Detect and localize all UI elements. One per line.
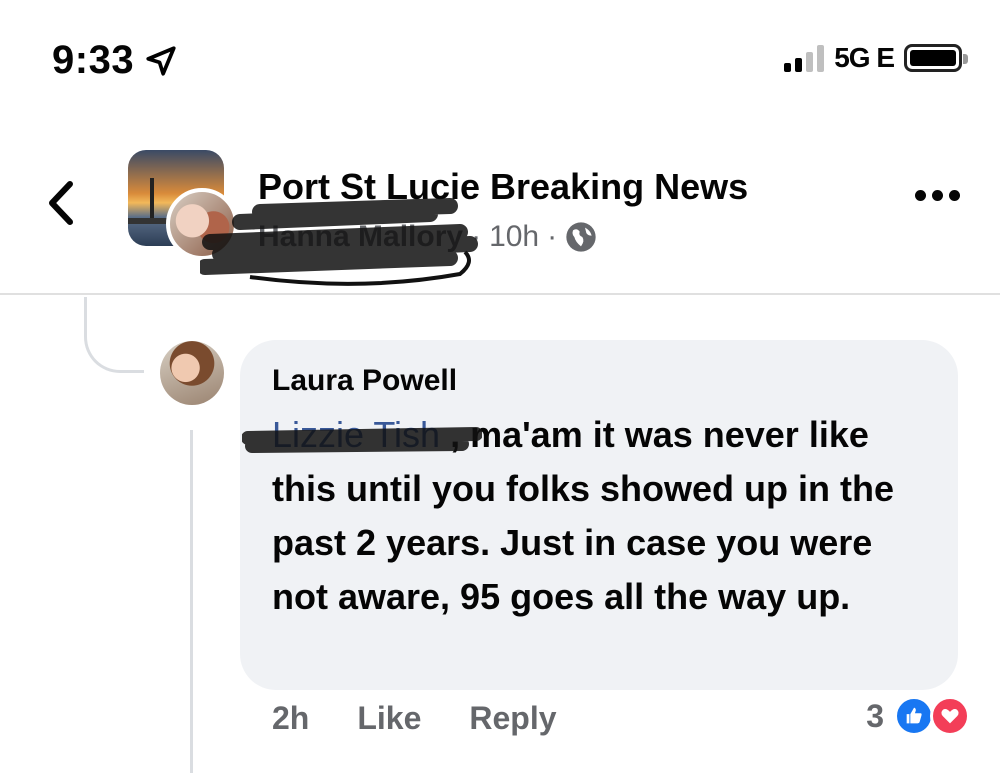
post-header: Port St Lucie Breaking News Hanna Mallor… <box>0 130 1000 295</box>
meta-separator: · <box>547 220 558 253</box>
status-time: 9:33 <box>52 38 135 82</box>
like-button[interactable]: Like <box>357 700 421 737</box>
network-type: 5G E <box>834 42 895 73</box>
commenter-name[interactable]: Laura Powell <box>272 364 926 398</box>
comment-text: Lizzie Tish , ma'am it was never like th… <box>242 408 932 624</box>
status-indicators: 5G E <box>784 42 968 74</box>
status-bar: 9:33 5G E <box>0 0 1000 110</box>
mention-redaction <box>242 427 482 453</box>
thread-line <box>190 430 193 773</box>
thumbs-up-icon <box>894 696 934 736</box>
commenter-avatar[interactable] <box>160 341 224 405</box>
comment-time[interactable]: 2h <box>272 700 309 737</box>
comment-actions: 2h Like Reply <box>272 700 557 737</box>
globe-icon <box>566 222 596 252</box>
thread-connector <box>84 297 144 373</box>
mention-link[interactable]: Lizzie Tish <box>242 408 482 462</box>
comment-bubble: Laura Powell Lizzie Tish , ma'am it was … <box>240 340 958 690</box>
reply-button[interactable]: Reply <box>469 700 556 737</box>
signal-bars-icon <box>784 44 825 72</box>
reaction-count: 3 <box>866 697 884 734</box>
heart-icon <box>930 696 970 736</box>
battery-icon <box>904 44 968 72</box>
location-arrow-icon <box>146 45 176 76</box>
chevron-left-icon[interactable] <box>42 178 82 228</box>
status-clock: 9:33 <box>52 38 178 83</box>
more-dots-icon[interactable] <box>915 190 960 201</box>
redaction-scribble <box>200 198 478 286</box>
reaction-summary[interactable]: 3 <box>866 696 970 736</box>
